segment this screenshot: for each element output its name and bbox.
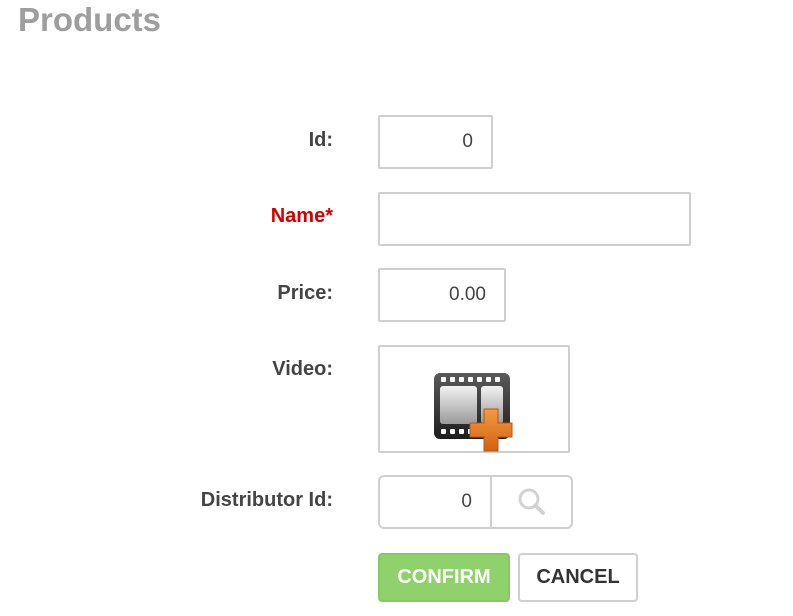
name-field[interactable]	[378, 192, 691, 246]
search-icon	[518, 488, 545, 515]
cancel-button[interactable]: CANCEL	[518, 553, 638, 602]
distributor-lookup-button[interactable]	[491, 475, 573, 529]
name-label: Name*	[270, 205, 333, 227]
confirm-button[interactable]: CONFIRM	[378, 553, 510, 602]
video-upload-box[interactable]	[378, 345, 570, 453]
price-label: Price:	[277, 282, 333, 304]
id-label: Id:	[308, 129, 333, 151]
video-label: Video:	[272, 358, 333, 380]
page-title: Products	[18, 1, 162, 38]
add-video-icon	[434, 373, 513, 452]
distributor-id-label: Distributor Id:	[200, 489, 333, 511]
price-field[interactable]	[378, 268, 506, 322]
distributor-id-field[interactable]	[378, 475, 492, 529]
id-field[interactable]	[378, 115, 493, 169]
